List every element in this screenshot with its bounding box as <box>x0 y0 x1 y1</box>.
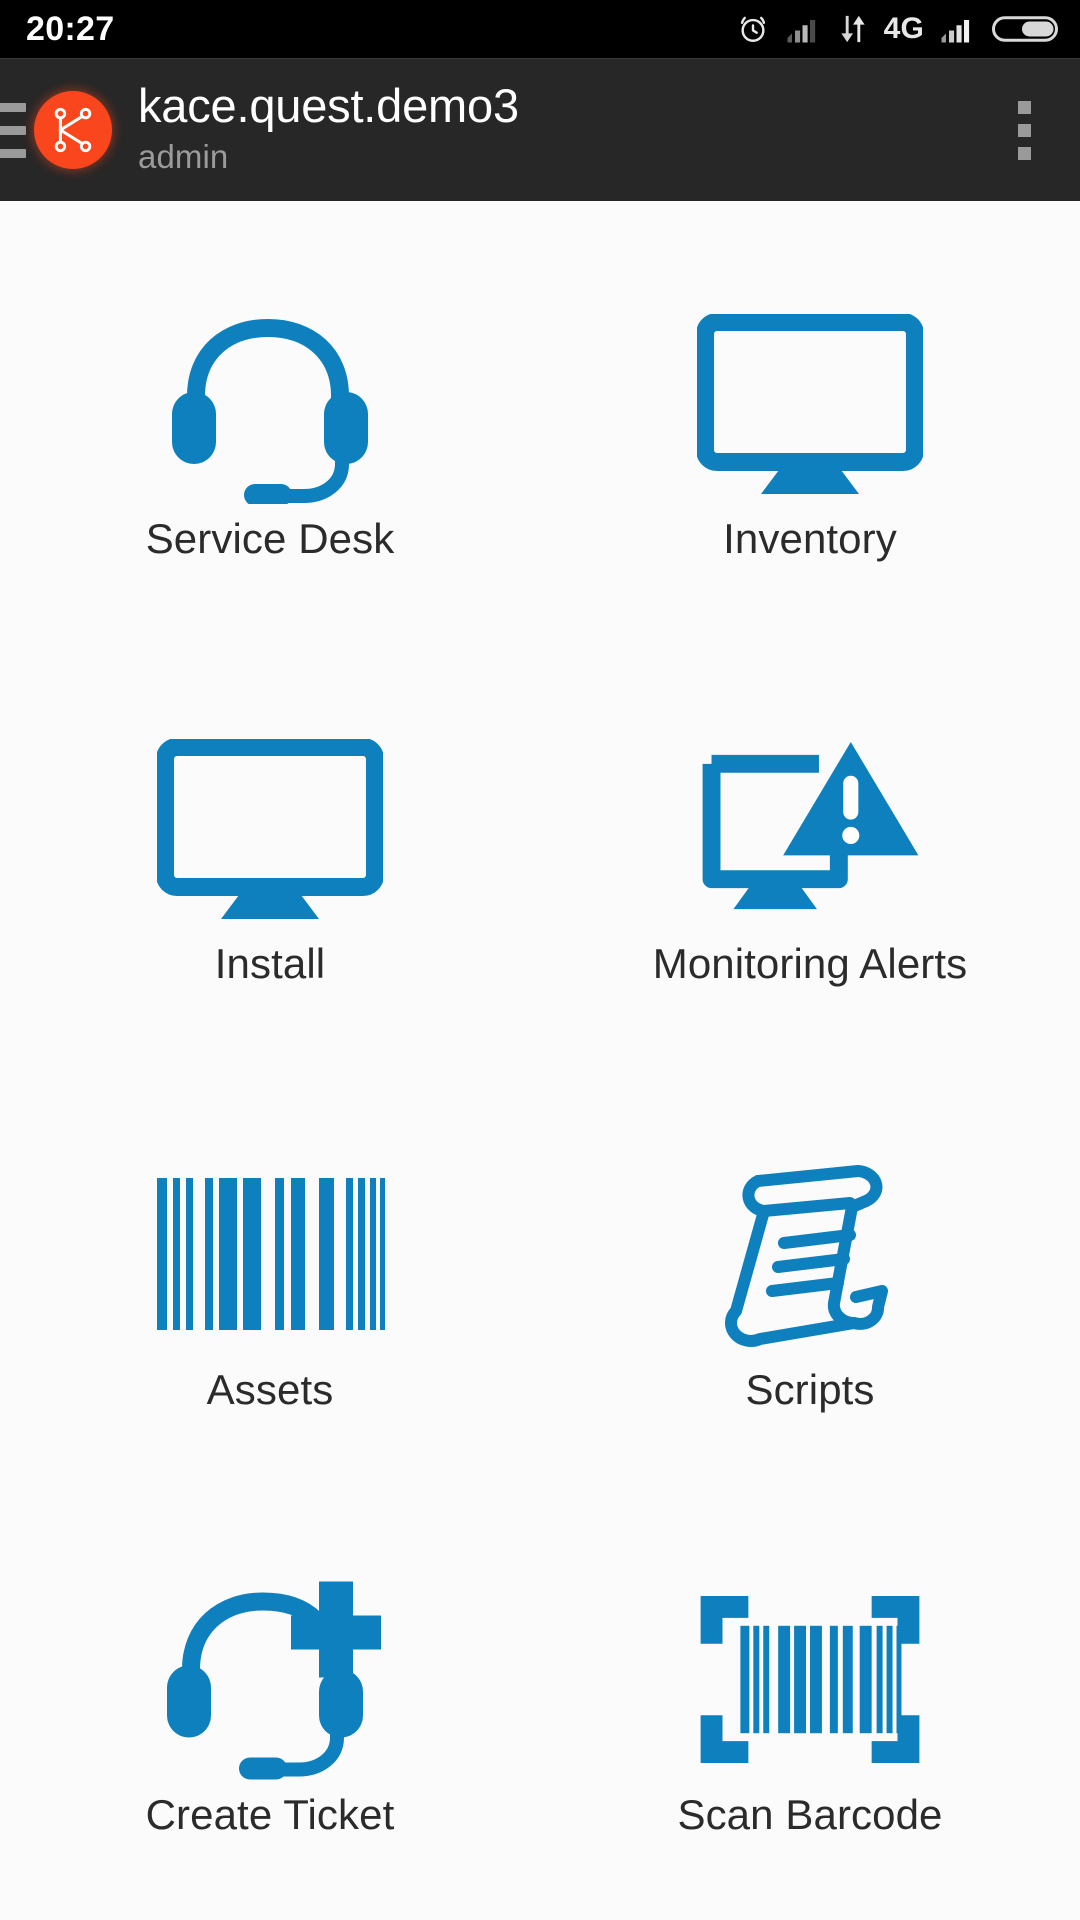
battery-icon <box>992 14 1058 44</box>
tile-install[interactable]: Install <box>0 644 540 1069</box>
barcode-scan-icon <box>695 1577 925 1782</box>
hamburger-bar <box>0 125 26 135</box>
hamburger-bar <box>0 102 26 112</box>
tile-label: Monitoring Alerts <box>652 940 968 988</box>
overflow-menu-icon[interactable] <box>992 59 1056 201</box>
status-clock: 20:27 <box>26 10 115 48</box>
headset-plus-icon <box>155 1577 385 1782</box>
monitor-icon <box>695 301 925 506</box>
scroll-icon <box>695 1152 925 1357</box>
barcode-icon <box>155 1152 385 1357</box>
signal-bars-icon <box>940 14 976 44</box>
tile-label: Install <box>214 940 326 988</box>
network-type-label: 4G <box>883 12 924 45</box>
app-bar: kace.quest.demo3 admin <box>0 58 1080 201</box>
alarm-clock-icon <box>736 12 770 46</box>
overflow-dot <box>1017 146 1031 160</box>
tile-monitoring-alerts[interactable]: Monitoring Alerts <box>540 644 1080 1069</box>
tile-label: Scan Barcode <box>677 1790 943 1838</box>
tile-inventory[interactable]: Inventory <box>540 219 1080 644</box>
tile-label: Create Ticket <box>145 1790 395 1838</box>
tile-label: Scripts <box>745 1365 875 1413</box>
data-transfer-icon <box>838 13 868 45</box>
monitor-icon <box>155 726 385 931</box>
signal-bars-dim-icon <box>786 14 822 44</box>
overflow-dot <box>1017 123 1031 137</box>
tile-assets[interactable]: Assets <box>0 1070 540 1495</box>
headset-icon <box>155 301 385 506</box>
hamburger-menu-icon[interactable] <box>0 59 26 201</box>
dashboard-grid: Service Desk Inventory Install Monitorin… <box>0 201 1080 1920</box>
status-bar-icons: 4G <box>736 12 1058 46</box>
status-bar: 20:27 4G <box>0 0 1080 58</box>
tile-scripts[interactable]: Scripts <box>540 1070 1080 1495</box>
tile-scan-barcode[interactable]: Scan Barcode <box>540 1495 1080 1920</box>
kace-logo-icon <box>34 91 112 169</box>
monitor-alert-icon <box>695 726 925 931</box>
user-name-label: admin <box>138 137 229 175</box>
app-bar-titles: kace.quest.demo3 admin <box>138 79 992 179</box>
tile-label: Assets <box>206 1365 334 1413</box>
tile-service-desk[interactable]: Service Desk <box>0 219 540 644</box>
tile-label: Service Desk <box>145 515 395 563</box>
tile-create-ticket[interactable]: Create Ticket <box>0 1495 540 1920</box>
page-title: kace.quest.demo3 <box>138 79 519 133</box>
overflow-dot <box>1017 100 1031 114</box>
tile-label: Inventory <box>723 515 897 563</box>
hamburger-bar <box>0 148 26 158</box>
